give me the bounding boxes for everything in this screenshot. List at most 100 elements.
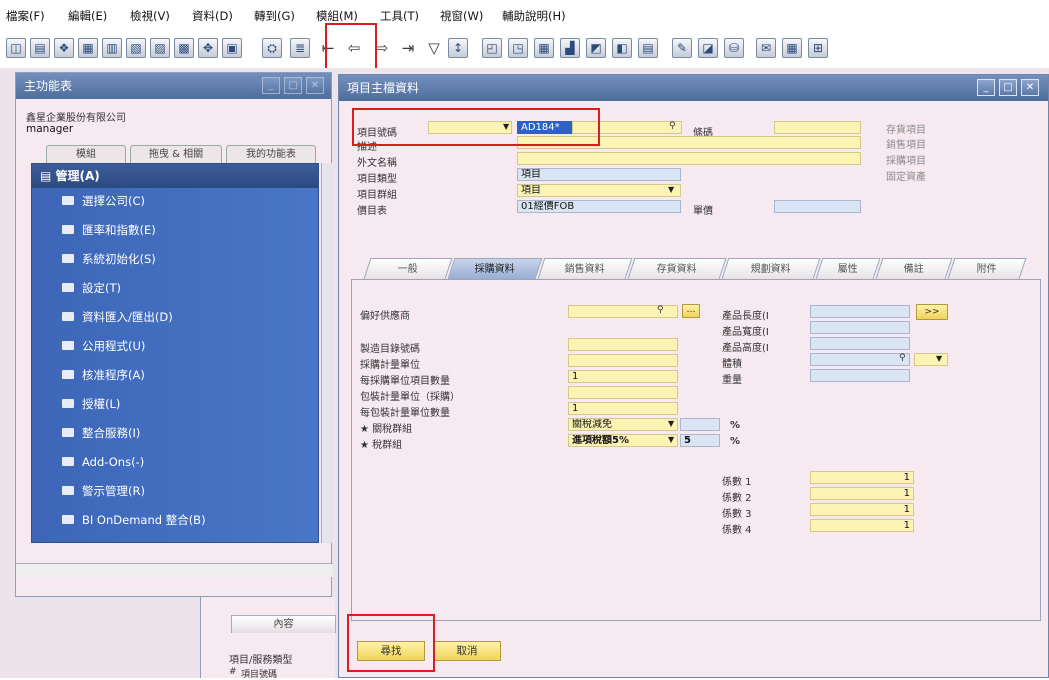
- tab-drag-relate[interactable]: 拖曳 & 相關: [130, 145, 222, 163]
- flag-fixed-asset[interactable]: 固定資產: [886, 168, 926, 183]
- minimize-icon[interactable]: _: [262, 77, 280, 94]
- close-icon[interactable]: ✕: [1021, 79, 1039, 96]
- menu-window[interactable]: 視窗(W): [440, 8, 483, 24]
- tax-group-select[interactable]: 進項稅額5%: [568, 434, 678, 447]
- print-icon[interactable]: ▤: [30, 38, 50, 58]
- target-doc-icon[interactable]: ◳: [508, 38, 528, 58]
- tab-remarks[interactable]: 備註: [875, 258, 953, 279]
- item-no-series-select[interactable]: [428, 121, 512, 134]
- preview-icon[interactable]: ◫: [6, 38, 26, 58]
- minimize-icon[interactable]: _: [977, 79, 995, 96]
- factor-1-input[interactable]: 1: [810, 471, 914, 484]
- search-icon[interactable]: ⚲: [669, 121, 676, 131]
- menu-file[interactable]: 檔案(F): [6, 8, 45, 24]
- more-button[interactable]: …: [682, 304, 700, 318]
- chevron-down-icon[interactable]: ▼: [668, 419, 674, 428]
- tab-my-menu[interactable]: 我的功能表: [226, 145, 316, 163]
- flag-sales[interactable]: 銷售項目: [886, 136, 926, 151]
- maximize-icon[interactable]: □: [999, 79, 1017, 96]
- barcode-input[interactable]: [774, 121, 861, 134]
- height-input[interactable]: [810, 337, 910, 350]
- cancel-button[interactable]: 取消: [433, 641, 501, 661]
- calendar-icon[interactable]: ▦: [782, 38, 802, 58]
- factor-3-input[interactable]: 1: [810, 503, 914, 516]
- module-header[interactable]: ▤ 管理(A): [32, 164, 318, 188]
- find-button[interactable]: 尋找: [357, 641, 425, 661]
- next-record-icon[interactable]: ⇨: [372, 38, 392, 58]
- dims-expand-button[interactable]: >>: [916, 304, 948, 320]
- volume-unit-select[interactable]: [914, 353, 948, 366]
- doc-icon[interactable]: ▧: [126, 38, 146, 58]
- tab-purchasing[interactable]: 採購資料: [447, 258, 543, 279]
- tab-planning[interactable]: 規劃資料: [721, 258, 821, 279]
- menu-edit[interactable]: 編輯(E): [68, 8, 107, 24]
- move-icon[interactable]: ✥: [198, 38, 218, 58]
- lock-icon[interactable]: ◪: [698, 38, 718, 58]
- sort-icon[interactable]: ↕: [448, 38, 468, 58]
- form-icon[interactable]: ▣: [222, 38, 242, 58]
- item-type-field[interactable]: 項目: [517, 168, 681, 181]
- desc-input[interactable]: [517, 136, 861, 149]
- tree-icon[interactable]: ❖: [54, 38, 74, 58]
- doc3-icon[interactable]: ▩: [174, 38, 194, 58]
- mfr-catalog-input[interactable]: [568, 338, 678, 351]
- menu-item-integration[interactable]: 整合服務(I): [62, 423, 140, 443]
- tab-properties[interactable]: 屬性: [815, 258, 881, 279]
- unit-price-input[interactable]: [774, 200, 861, 213]
- menu-goto[interactable]: 轉到(G): [254, 8, 295, 24]
- mail-icon[interactable]: ✉: [756, 38, 776, 58]
- search-icon[interactable]: ⚲: [899, 353, 906, 363]
- tab-general[interactable]: 一般: [363, 258, 453, 279]
- base-doc-icon[interactable]: ◰: [482, 38, 502, 58]
- tab-modules[interactable]: 模組: [46, 145, 126, 163]
- factor-2-input[interactable]: 1: [810, 487, 914, 500]
- price-list-field[interactable]: 01經價FOB: [517, 200, 681, 213]
- tab-inventory[interactable]: 存貨資料: [627, 258, 727, 279]
- maximize-icon[interactable]: □: [284, 77, 302, 94]
- analysis-icon[interactable]: ◩: [586, 38, 606, 58]
- items-per-purchase-unit-input[interactable]: 1: [568, 370, 678, 383]
- printer-icon[interactable]: ▥: [102, 38, 122, 58]
- item-no-input-ext[interactable]: [572, 121, 682, 134]
- chart-icon[interactable]: ▟: [560, 38, 580, 58]
- menu-item-select-company[interactable]: 選擇公司(C): [62, 191, 145, 211]
- item-group-select[interactable]: 項目: [517, 184, 681, 197]
- search-icon[interactable]: ⚲: [657, 305, 664, 315]
- menu-item-utilities[interactable]: 公用程式(U): [62, 336, 145, 356]
- flag-inventory[interactable]: 存貨項目: [886, 121, 926, 136]
- prev-record-icon[interactable]: ⇦: [344, 38, 364, 58]
- close-icon[interactable]: ✕: [306, 77, 324, 94]
- menu-modules[interactable]: 模組(M): [316, 8, 358, 24]
- doc2-icon[interactable]: ▨: [150, 38, 170, 58]
- list-icon[interactable]: ≣: [290, 38, 310, 58]
- export-icon[interactable]: ▦: [78, 38, 98, 58]
- qty-per-pkg-input[interactable]: 1: [568, 402, 678, 415]
- customs-rate-input[interactable]: [680, 418, 720, 431]
- volume-input[interactable]: [810, 353, 910, 366]
- menu-item-setup[interactable]: 設定(T): [62, 278, 121, 298]
- tab-attachments[interactable]: 附件: [947, 258, 1027, 279]
- chevron-down-icon[interactable]: ▼: [668, 185, 674, 194]
- flag-purchase[interactable]: 採購項目: [886, 152, 926, 167]
- length-input[interactable]: [810, 305, 910, 318]
- menu-item-alerts[interactable]: 警示管理(R): [62, 481, 145, 501]
- tab-sales[interactable]: 銷售資料: [537, 258, 633, 279]
- calc-icon[interactable]: ▤: [638, 38, 658, 58]
- menu-item-bi-ondemand[interactable]: BI OnDemand 整合(B): [62, 510, 206, 530]
- menu-view[interactable]: 檢視(V): [130, 8, 170, 24]
- last-record-icon[interactable]: ⇥: [398, 38, 418, 58]
- menu-item-data-import-export[interactable]: 資料匯入/匯出(D): [62, 307, 173, 327]
- horizontal-scrollbar[interactable]: [16, 563, 333, 577]
- chevron-down-icon[interactable]: ▼: [936, 354, 942, 363]
- factor-4-input[interactable]: 1: [810, 519, 914, 532]
- menu-item-exchange-rates[interactable]: 匯率和指數(E): [62, 220, 156, 240]
- chevron-down-icon[interactable]: ▼: [503, 122, 509, 131]
- network-icon[interactable]: ⊞: [808, 38, 828, 58]
- chevron-down-icon[interactable]: ▼: [668, 435, 674, 444]
- pkg-uom-input[interactable]: [568, 386, 678, 399]
- menu-item-system-init[interactable]: 系統初始化(S): [62, 249, 156, 269]
- table-icon[interactable]: ▦: [534, 38, 554, 58]
- customs-group-select[interactable]: 關稅減免: [568, 418, 678, 431]
- settings-icon[interactable]: ✎: [672, 38, 692, 58]
- find-icon[interactable]: ⛭: [262, 38, 282, 58]
